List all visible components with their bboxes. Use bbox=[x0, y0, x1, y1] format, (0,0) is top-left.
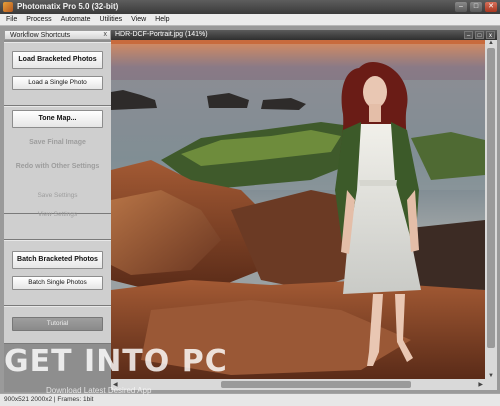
panel-header[interactable]: Workflow Shortcuts x bbox=[4, 30, 111, 40]
tone-map-button[interactable]: Tone Map... bbox=[12, 110, 103, 128]
portrait-image bbox=[111, 40, 485, 379]
minimize-button[interactable]: – bbox=[455, 2, 467, 12]
workflow-shortcuts-panel: Workflow Shortcuts x Load Bracketed Phot… bbox=[4, 30, 111, 392]
load-single-photo-button[interactable]: Load a Single Photo bbox=[12, 76, 103, 90]
window-controls: – □ ✕ bbox=[455, 2, 497, 12]
scroll-right-icon[interactable]: ▶ bbox=[478, 381, 483, 388]
menu-help[interactable]: Help bbox=[155, 16, 169, 23]
menu-view[interactable]: View bbox=[131, 16, 146, 23]
watermark: GET INTO PC Download Latest Desired App bbox=[4, 344, 228, 395]
panel-close-icon[interactable]: x bbox=[104, 31, 108, 38]
menu-automate[interactable]: Automate bbox=[61, 16, 91, 23]
settings-group: View Settings bbox=[4, 211, 111, 240]
image-minimize-button[interactable]: – bbox=[464, 31, 473, 39]
load-group: Load Bracketed Photos Load a Single Phot… bbox=[4, 42, 111, 106]
image-title-bar[interactable]: HDR-DCF-Portrait.jpg (141%) – □ x bbox=[111, 30, 497, 40]
redo-with-other-settings-button[interactable]: Redo with Other Settings bbox=[12, 158, 103, 176]
vertical-scroll-thumb[interactable] bbox=[487, 48, 495, 348]
menu-file[interactable]: File bbox=[6, 16, 17, 23]
maximize-button[interactable]: □ bbox=[470, 2, 482, 12]
batch-group: Batch Bracketed Photos Batch Single Phot… bbox=[4, 240, 111, 306]
app-window: Photomatix Pro 5.0 (32-bit) – □ ✕ File P… bbox=[0, 0, 500, 406]
menu-process[interactable]: Process bbox=[26, 16, 51, 23]
hdr-portrait-photo bbox=[111, 40, 485, 379]
batch-single-photos-button[interactable]: Batch Single Photos bbox=[12, 276, 103, 290]
menu-bar: File Process Automate Utilities View Hel… bbox=[0, 14, 500, 26]
watermark-main-text: GET INTO PC bbox=[4, 344, 228, 379]
panel-title: Workflow Shortcuts bbox=[10, 32, 71, 39]
image-maximize-button[interactable]: □ bbox=[475, 31, 484, 39]
status-text: 900x521 2000x2 | Frames: 1bit bbox=[4, 396, 94, 403]
horizontal-scroll-thumb[interactable] bbox=[221, 381, 411, 388]
vertical-scrollbar[interactable]: ▲ ▼ bbox=[485, 40, 497, 379]
load-bracketed-photos-button[interactable]: Load Bracketed Photos bbox=[12, 51, 103, 69]
menu-utilities[interactable]: Utilities bbox=[100, 16, 123, 23]
title-bar[interactable]: Photomatix Pro 5.0 (32-bit) – □ ✕ bbox=[0, 0, 500, 14]
horizontal-scrollbar[interactable]: ◀ ▶ bbox=[111, 379, 497, 390]
process-group: Tone Map... Save Final Image Redo with O… bbox=[4, 106, 111, 214]
tutorial-button[interactable]: Tutorial bbox=[12, 317, 103, 331]
photomatix-icon bbox=[3, 2, 13, 12]
save-final-image-button[interactable]: Save Final Image bbox=[12, 134, 103, 152]
tutorial-group: Tutorial bbox=[4, 306, 111, 344]
app-title: Photomatix Pro 5.0 (32-bit) bbox=[17, 2, 119, 11]
batch-bracketed-photos-button[interactable]: Batch Bracketed Photos bbox=[12, 251, 103, 269]
scroll-up-icon[interactable]: ▲ bbox=[488, 40, 494, 46]
view-settings-button[interactable]: View Settings bbox=[12, 208, 103, 222]
image-title: HDR-DCF-Portrait.jpg (141%) bbox=[115, 31, 208, 38]
save-settings-button[interactable]: Save Settings bbox=[12, 189, 103, 203]
image-window-controls: – □ x bbox=[464, 31, 495, 39]
watermark-sub-text: Download Latest Desired App bbox=[46, 386, 152, 395]
image-close-button[interactable]: x bbox=[486, 31, 495, 39]
close-button[interactable]: ✕ bbox=[485, 2, 497, 12]
image-window: HDR-DCF-Portrait.jpg (141%) – □ x ▲ ▼ ◀ … bbox=[111, 30, 497, 390]
